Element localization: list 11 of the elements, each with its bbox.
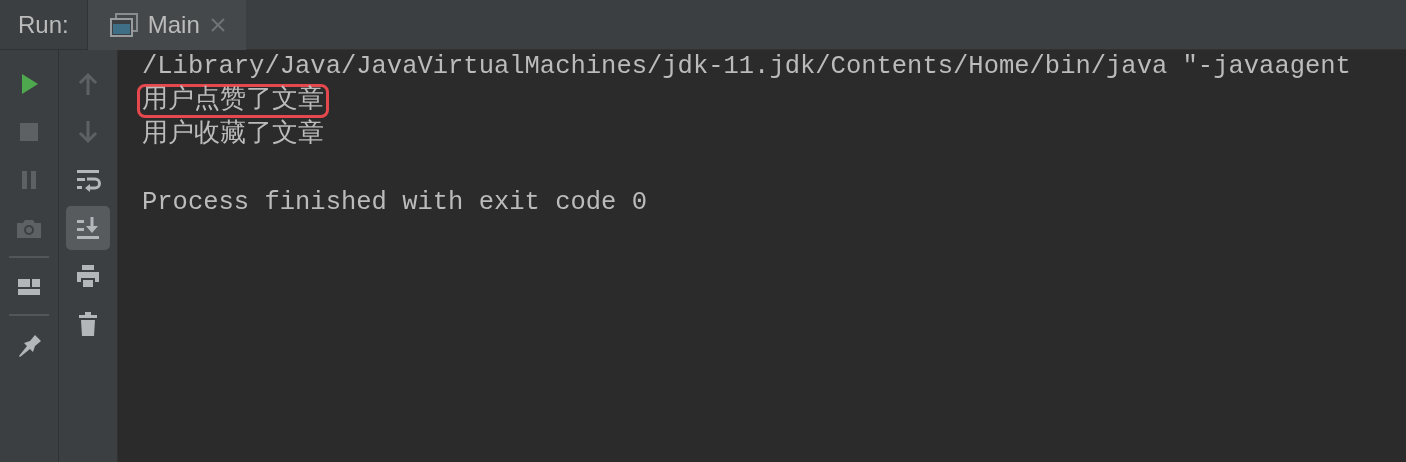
wrap-icon xyxy=(75,167,101,193)
run-label: Run: xyxy=(17,9,70,40)
print-icon xyxy=(75,263,101,289)
scroll-down-icon xyxy=(75,215,101,241)
window-icon xyxy=(109,12,138,37)
console-line: Process finished with exit code 0 xyxy=(141,187,648,219)
scroll-down-button[interactable] xyxy=(66,206,110,250)
close-icon[interactable] xyxy=(209,16,226,33)
console-line: /Library/Java/JavaVirtualMachines/jdk-11.jdk/Contents/Home/bin/java "-javaagent xyxy=(141,51,1352,83)
tab[interactable]: Main xyxy=(86,0,246,50)
console-line: 用户收藏了文章 xyxy=(141,118,325,151)
